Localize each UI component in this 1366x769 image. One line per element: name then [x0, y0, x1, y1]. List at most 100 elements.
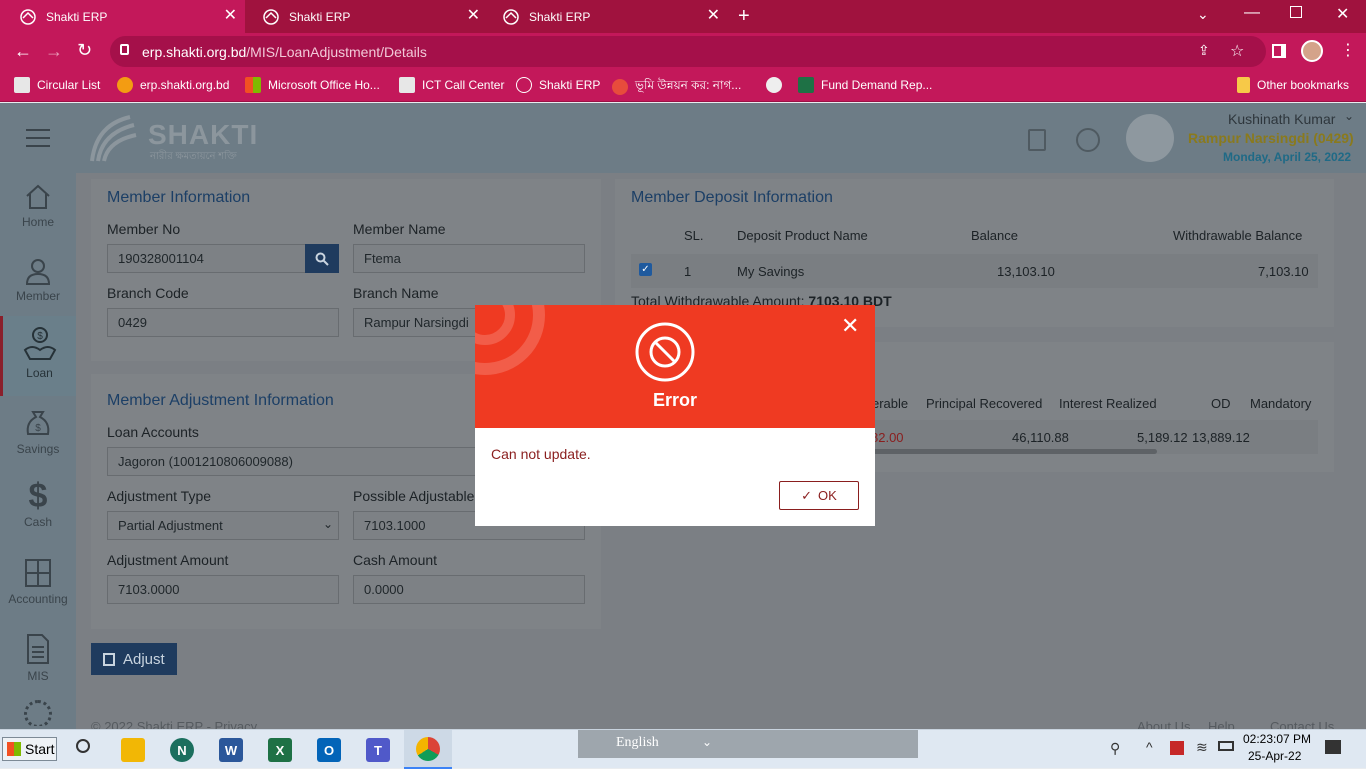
tab-title: Shakti ERP	[529, 9, 591, 24]
file-explorer-icon[interactable]	[121, 738, 145, 762]
loan-row-od: 13,889.12	[1192, 430, 1250, 445]
sidebar-item-member[interactable]: Member	[0, 247, 76, 323]
people-icon[interactable]: ⚲	[1110, 740, 1120, 757]
loan-row-principal: 46,110.88	[1012, 430, 1069, 445]
back-icon[interactable]: ←	[14, 41, 32, 62]
bookmark-star-icon[interactable]: ☆	[1230, 41, 1244, 61]
user-icon	[25, 259, 51, 285]
member-name-label: Member Name	[353, 221, 446, 237]
cash-amount-input[interactable]: 0.0000	[353, 575, 585, 604]
branch-code-input[interactable]: 0429	[107, 308, 339, 337]
member-search-button[interactable]	[305, 244, 339, 273]
bookmark-icon	[14, 77, 30, 93]
history-clock-icon[interactable]	[1076, 128, 1100, 152]
bookmark-circular-list[interactable]: Circular List	[14, 77, 100, 93]
clipboard-icon[interactable]	[1028, 129, 1046, 151]
excel-icon	[798, 77, 814, 93]
sidebar-item-accounting[interactable]: Accounting	[0, 548, 76, 624]
member-no-input[interactable]: 190328001104	[107, 244, 307, 273]
url-path: /MIS/LoanAdjustment/Details	[246, 43, 427, 60]
browser-tab-1[interactable]: Shakti ERP ✕	[0, 0, 245, 33]
ok-button[interactable]: ✓ OK	[779, 481, 859, 510]
branch-label: Rampur Narsingdi (0429)	[1188, 130, 1354, 146]
close-tab-icon[interactable]: ✕	[467, 8, 480, 24]
tray-time[interactable]: 02:23:07 PM	[1243, 732, 1311, 746]
app-n-icon[interactable]: N	[170, 738, 194, 762]
loan-header-od: OD	[1211, 396, 1231, 411]
loan-row-interest: 5,189.12	[1137, 430, 1188, 445]
search-icon[interactable]	[76, 739, 90, 753]
deposit-row-checkbox[interactable]: ✓	[639, 263, 652, 276]
deposit-row-sl: 1	[684, 264, 692, 279]
notifications-icon[interactable]	[1325, 740, 1341, 754]
chevron-down-icon: ⌄	[323, 517, 334, 531]
outlook-icon[interactable]: O	[317, 738, 341, 762]
start-button[interactable]: Start	[2, 737, 57, 761]
adjustment-type-select[interactable]: Partial Adjustment ⌄	[107, 511, 339, 540]
close-window-icon[interactable]: ✕	[1336, 4, 1349, 24]
language-selector[interactable]: English	[616, 735, 659, 751]
bookmark-fund-demand[interactable]: Fund Demand Rep...	[798, 77, 932, 93]
wifi-icon[interactable]: ≋	[1196, 739, 1208, 756]
reload-icon[interactable]: ↻	[77, 40, 92, 61]
bookmark-other[interactable]: Other bookmarks	[1237, 77, 1349, 93]
bookmark-shakti-erp[interactable]: Shakti ERP	[516, 77, 600, 93]
bookmark-ict-call-center[interactable]: ICT Call Center	[399, 77, 504, 93]
profile-avatar[interactable]	[1301, 40, 1323, 62]
tray-date[interactable]: 25-Apr-22	[1248, 749, 1301, 763]
close-tab-icon[interactable]: ✕	[707, 8, 720, 24]
folder-icon	[1237, 77, 1250, 93]
possible-adjustable-label: Possible Adjustable	[353, 488, 475, 504]
forward-icon[interactable]: →	[45, 41, 63, 62]
settings-gear-icon[interactable]	[24, 700, 54, 726]
url-domain: erp.shakti.org.bd	[142, 43, 247, 60]
battery-icon[interactable]	[1218, 741, 1234, 751]
side-panel-icon[interactable]	[1272, 44, 1286, 58]
card-title: Member Information	[107, 189, 251, 206]
dollar-icon: $	[28, 477, 48, 515]
bookmark-land-tax[interactable]: ভূমি উন্নয়ন কর: নাগ...	[612, 77, 741, 97]
shakti-favicon	[263, 8, 279, 25]
browser-tab-3[interactable]: Shakti ERP ✕	[483, 0, 728, 33]
new-tab-icon[interactable]: +	[738, 5, 750, 28]
member-name-input[interactable]: Ftema	[353, 244, 585, 273]
card-title: Member Adjustment Information	[107, 392, 334, 409]
sidebar-item-savings[interactable]: $ Savings	[0, 398, 76, 474]
ban-icon	[635, 322, 695, 382]
horizontal-scrollbar[interactable]	[861, 449, 1157, 454]
adjust-button[interactable]: Adjust	[91, 643, 177, 675]
money-bag-icon: $	[26, 411, 50, 435]
minimize-icon[interactable]: —	[1244, 4, 1260, 22]
chrome-taskbar-item[interactable]	[404, 730, 452, 769]
sidebar-item-cash[interactable]: $ Cash	[0, 473, 76, 549]
acrobat-tray-icon[interactable]	[1170, 741, 1184, 755]
excel-icon[interactable]: X	[268, 738, 292, 762]
browser-menu-icon[interactable]: ⋮	[1340, 40, 1356, 60]
teams-icon[interactable]: T	[366, 738, 390, 762]
tab-search-chevron-icon[interactable]: ⌄	[1197, 6, 1209, 23]
sidebar-item-loan[interactable]: $ Loan	[0, 316, 76, 396]
word-icon[interactable]: W	[219, 738, 243, 762]
user-dropdown-chevron-icon[interactable]: ⌄	[1344, 109, 1354, 123]
deposit-header-sl: SL.	[684, 228, 704, 243]
user-name[interactable]: Kushinath Kumar	[1228, 111, 1335, 127]
address-bar[interactable]: erp.shakti.org.bd/MIS/LoanAdjustment/Det…	[110, 36, 1266, 67]
bookmark-globe[interactable]	[766, 77, 789, 93]
show-hidden-icons-chevron[interactable]: ^	[1146, 739, 1153, 755]
share-icon[interactable]: ⇪	[1198, 42, 1210, 59]
bookmark-office[interactable]: Microsoft Office Ho...	[245, 77, 380, 93]
chevron-down-icon[interactable]: ⌄	[702, 735, 712, 749]
browser-tab-2[interactable]: Shakti ERP ✕	[243, 0, 488, 33]
hamburger-menu-icon[interactable]	[26, 129, 50, 147]
deposit-header-withdrawable: Withdrawable Balance	[1173, 228, 1303, 243]
sidebar-item-home[interactable]: Home	[0, 173, 76, 249]
bookmark-erp[interactable]: erp.shakti.org.bd	[117, 77, 229, 93]
deposit-row-balance: 13,103.10	[997, 264, 1055, 279]
restore-icon[interactable]	[1290, 6, 1302, 18]
close-dialog-icon[interactable]: ✕	[841, 315, 859, 337]
sidebar-item-mis[interactable]: MIS	[0, 623, 76, 699]
close-tab-icon[interactable]: ✕	[224, 8, 237, 24]
windows-logo-icon	[7, 742, 21, 756]
user-avatar[interactable]	[1126, 114, 1174, 162]
adjustment-amount-input[interactable]: 7103.0000	[107, 575, 339, 604]
